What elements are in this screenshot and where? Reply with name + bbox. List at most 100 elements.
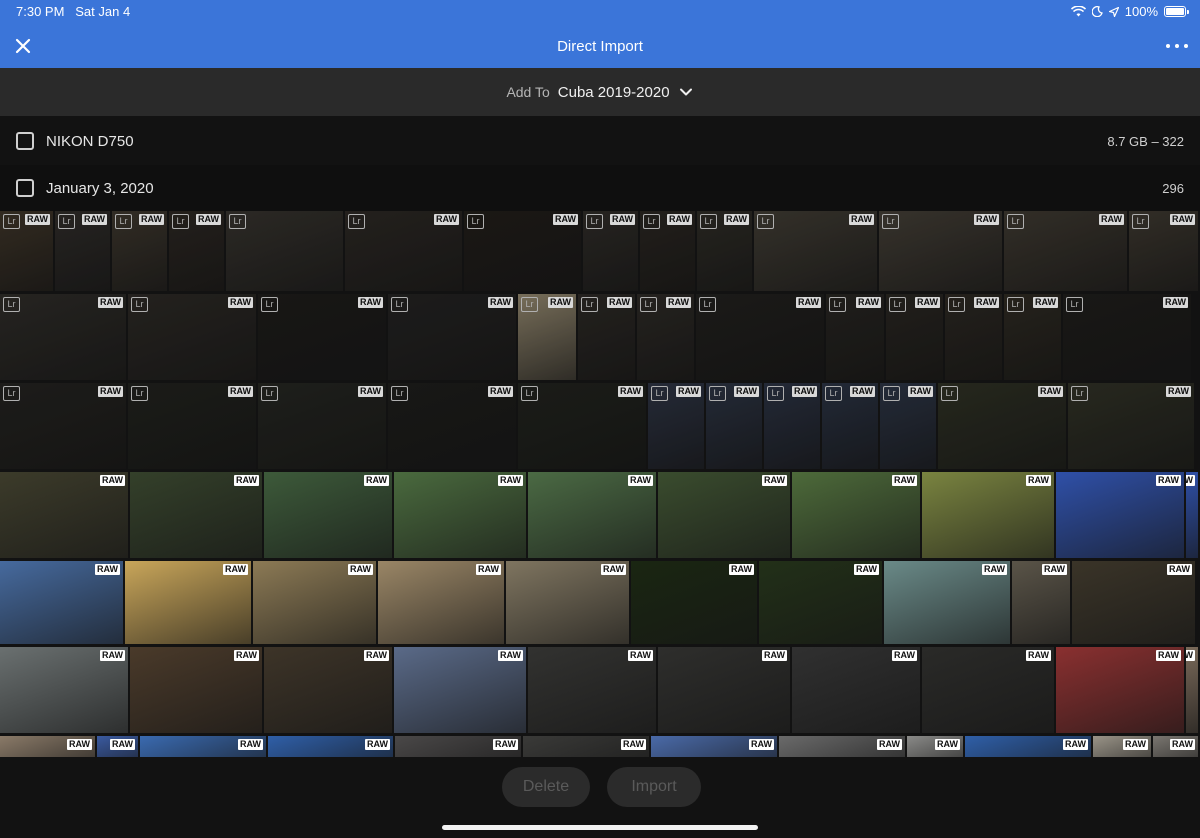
photo-thumbnail[interactable]: RAW Lr (388, 383, 516, 469)
photo-thumbnail[interactable]: RAW (528, 647, 656, 733)
photo-thumbnail[interactable]: RAW (792, 647, 920, 733)
photo-thumbnail[interactable]: RAW (1186, 472, 1198, 558)
photo-thumbnail[interactable]: RAW Lr (1004, 211, 1127, 291)
photo-thumbnail[interactable]: RAW (1153, 736, 1198, 757)
photo-thumbnail[interactable]: RAW (125, 561, 251, 644)
photo-thumbnail[interactable]: RAW (651, 736, 777, 757)
photo-thumbnail[interactable]: RAW (130, 647, 262, 733)
photo-thumbnail[interactable]: RAW Lr (822, 383, 878, 469)
photo-thumbnail[interactable]: RAW Lr (0, 294, 126, 380)
photo-thumbnail[interactable]: RAW Lr (637, 294, 694, 380)
photo-thumbnail[interactable]: RAW (395, 736, 521, 757)
photo-thumbnail[interactable]: RAW (922, 472, 1054, 558)
more-button[interactable] (1166, 38, 1188, 54)
photo-thumbnail[interactable]: RAW Lr (55, 211, 110, 291)
photo-thumbnail[interactable]: RAW (0, 472, 128, 558)
date-group-row[interactable]: January 3, 2020 296 (0, 165, 1200, 211)
photo-thumbnail[interactable]: RAW (506, 561, 629, 644)
photo-thumbnail[interactable]: RAW Lr (388, 294, 516, 380)
photo-thumbnail[interactable]: RAW (378, 561, 504, 644)
photo-thumbnail[interactable]: RAW Lr (1068, 383, 1194, 469)
photo-thumbnail[interactable]: RAW Lr (879, 211, 1002, 291)
photo-thumbnail[interactable]: RAW (528, 472, 656, 558)
raw-badge: RAW (618, 386, 643, 397)
photo-thumbnail[interactable]: RAW Lr (640, 211, 695, 291)
photo-thumbnail[interactable]: RAW (1012, 561, 1070, 644)
photo-thumbnail[interactable]: RAW Lr (578, 294, 635, 380)
raw-badge: RAW (1026, 475, 1051, 486)
photo-thumbnail[interactable]: RAW (140, 736, 266, 757)
photo-thumbnail[interactable]: RAW Lr (1004, 294, 1061, 380)
photo-thumbnail[interactable]: RAW (264, 647, 392, 733)
photo-thumbnail[interactable]: RAW Lr (258, 294, 386, 380)
photo-thumbnail[interactable]: RAW Lr (0, 383, 126, 469)
photo-thumbnail[interactable]: RAW (907, 736, 963, 757)
photo-thumbnail[interactable]: RAW Lr (764, 383, 820, 469)
location-icon (1108, 6, 1119, 17)
photo-thumbnail[interactable]: RAW Lr (0, 211, 53, 291)
photo-thumbnail[interactable]: RAW (779, 736, 905, 757)
photo-thumbnail[interactable]: RAW Lr (696, 294, 824, 380)
photo-thumbnail[interactable]: RAW Lr (648, 383, 704, 469)
photo-thumbnail[interactable]: RAW Lr (886, 294, 943, 380)
photo-thumbnail[interactable]: RAW Lr (518, 294, 576, 380)
source-device-row[interactable]: NIKON D750 8.7 GB – 322 (0, 118, 1200, 164)
photo-thumbnail[interactable]: RAW (0, 561, 123, 644)
photo-thumbnail[interactable]: RAW (268, 736, 393, 757)
photo-thumbnail[interactable]: RAW (394, 647, 526, 733)
photo-thumbnail[interactable]: RAW (965, 736, 1091, 757)
photo-thumbnail[interactable]: RAW Lr (128, 383, 256, 469)
chevron-down-icon[interactable] (678, 84, 694, 100)
photo-thumbnail[interactable]: RAW (1186, 647, 1198, 733)
photo-thumbnail[interactable]: RAW (922, 647, 1054, 733)
photo-thumbnail[interactable]: RAW Lr (169, 211, 224, 291)
photo-thumbnail[interactable]: RAW (0, 647, 128, 733)
photo-thumbnail[interactable]: RAW (658, 647, 790, 733)
title-bar: 7:30 PM Sat Jan 4 100% Direct Import (0, 0, 1200, 68)
photo-thumbnail[interactable]: RAW (523, 736, 649, 757)
date-group-checkbox[interactable] (16, 179, 34, 197)
photo-thumbnail[interactable]: RAW Lr (880, 383, 936, 469)
photo-thumbnail[interactable]: RAW (631, 561, 757, 644)
photo-thumbnail[interactable]: RAW Lr (938, 383, 1066, 469)
album-name[interactable]: Cuba 2019-2020 (558, 84, 670, 101)
import-button[interactable]: Import (607, 767, 701, 807)
photo-thumbnail[interactable]: RAW Lr (697, 211, 752, 291)
photo-thumbnail[interactable]: RAW Lr (754, 211, 877, 291)
lightroom-badge: Lr (131, 386, 148, 401)
raw-badge: RAW (234, 475, 259, 486)
photo-thumbnail[interactable]: RAW Lr (464, 211, 581, 291)
photo-thumbnail[interactable]: Lr (226, 211, 343, 291)
add-to-bar[interactable]: Add To Cuba 2019-2020 (0, 68, 1200, 116)
photo-thumbnail[interactable]: RAW (253, 561, 376, 644)
photo-thumbnail[interactable]: RAW (1056, 472, 1184, 558)
photo-thumbnail[interactable]: RAW Lr (583, 211, 638, 291)
photo-thumbnail[interactable]: RAW (884, 561, 1010, 644)
raw-badge: RAW (25, 214, 50, 225)
photo-thumbnail[interactable]: RAW (759, 561, 882, 644)
photo-thumbnail[interactable]: RAW Lr (258, 383, 386, 469)
photo-thumbnail[interactable]: RAW (264, 472, 392, 558)
photo-thumbnail[interactable]: RAW (1056, 647, 1184, 733)
photo-thumbnail[interactable]: RAW (1093, 736, 1151, 757)
photo-thumbnail[interactable]: RAW (792, 472, 920, 558)
photo-thumbnail[interactable]: RAW Lr (826, 294, 884, 380)
photo-thumbnail[interactable]: RAW Lr (1129, 211, 1198, 291)
photo-thumbnail[interactable]: RAW Lr (345, 211, 462, 291)
photo-thumbnail[interactable]: RAW Lr (128, 294, 256, 380)
raw-badge: RAW (223, 564, 248, 575)
photo-thumbnail[interactable]: RAW (658, 472, 790, 558)
raw-badge: RAW (139, 214, 164, 225)
photo-thumbnail[interactable]: RAW (394, 472, 526, 558)
select-all-checkbox[interactable] (16, 132, 34, 150)
photo-thumbnail[interactable]: RAW (0, 736, 95, 757)
photo-thumbnail[interactable]: RAW (97, 736, 138, 757)
photo-thumbnail[interactable]: RAW Lr (518, 383, 646, 469)
photo-thumbnail[interactable]: RAW Lr (112, 211, 167, 291)
photo-thumbnail[interactable]: RAW Lr (1063, 294, 1191, 380)
photo-thumbnail[interactable]: RAW (1072, 561, 1195, 644)
photo-thumbnail[interactable]: RAW Lr (706, 383, 762, 469)
delete-button[interactable]: Delete (502, 767, 590, 807)
photo-thumbnail[interactable]: RAW Lr (945, 294, 1002, 380)
photo-thumbnail[interactable]: RAW (130, 472, 262, 558)
